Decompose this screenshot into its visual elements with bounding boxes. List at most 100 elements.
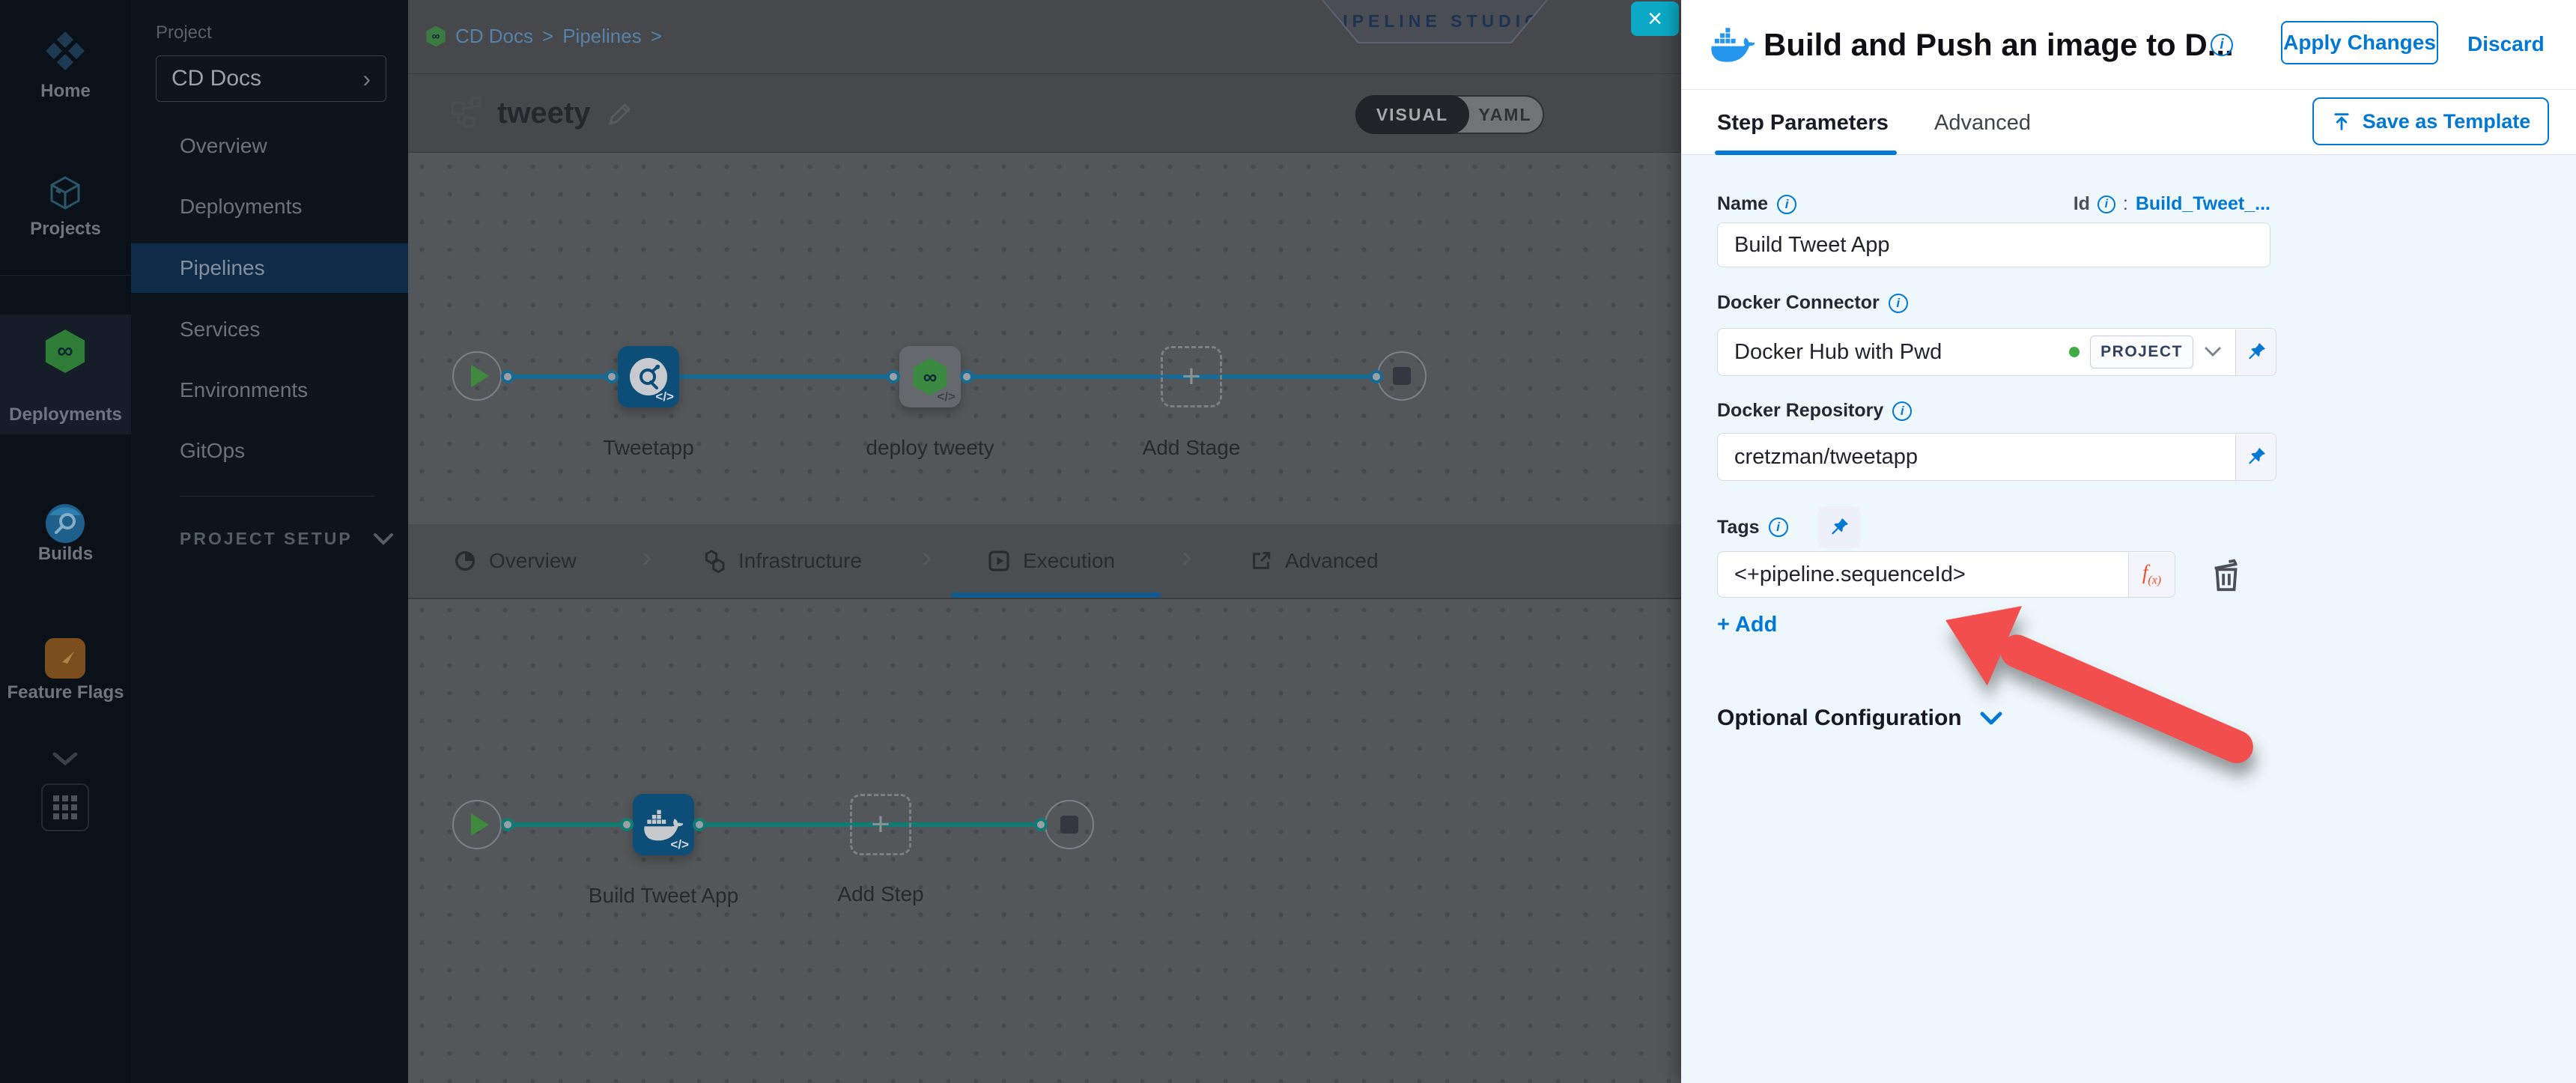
docker-whale-icon	[644, 808, 683, 841]
step-id-value[interactable]: Build_Tweet_...	[2136, 193, 2270, 215]
modules-chevron-down-icon[interactable]	[52, 752, 78, 767]
pin-icon	[2245, 341, 2267, 363]
edit-pencil-icon[interactable]	[604, 98, 636, 130]
active-tab-underline	[1715, 151, 1897, 155]
tab-step-advanced[interactable]: Advanced	[1934, 111, 2031, 136]
discard-button[interactable]: Discard	[2467, 32, 2545, 56]
chevron-down-icon	[374, 533, 393, 545]
sidebar-item-overview[interactable]: Overview	[131, 121, 408, 171]
graph-port	[1034, 818, 1048, 831]
play-icon	[471, 813, 489, 836]
breadcrumb-project-link[interactable]: CD Docs	[455, 25, 533, 48]
project-selector-value: CD Docs	[171, 66, 261, 91]
tab-execution[interactable]: Execution	[987, 524, 1115, 598]
graph-port	[501, 818, 514, 831]
project-setup-label: PROJECT SETUP	[180, 529, 353, 549]
active-tab-underline	[951, 592, 1161, 598]
stage-label-deploy-tweety: deploy tweety	[840, 436, 1020, 460]
feature-flags-icon[interactable]	[45, 638, 85, 679]
tab-advanced[interactable]: Advanced	[1249, 524, 1379, 598]
optional-configuration-toggle[interactable]: Optional Configuration	[1717, 706, 2002, 731]
step-panel-title: Build and Push an image to D...	[1764, 27, 2234, 63]
expression-fx-button[interactable]: f(x)	[2128, 553, 2175, 597]
plus-icon: +	[1182, 358, 1201, 395]
pipeline-studio-badge: PIPELINE STUDIO	[1322, 0, 1548, 43]
docker-repository-field[interactable]: cretzman/tweetapp	[1717, 433, 2276, 481]
code-icon: </>	[670, 837, 689, 852]
step-node-build-tweet-app[interactable]: </>	[633, 794, 694, 855]
close-panel-button[interactable]: ×	[1631, 1, 1679, 36]
home-icon[interactable]	[44, 30, 86, 72]
tab-separator: ›	[1182, 541, 1191, 574]
builds-ci-icon[interactable]	[45, 503, 85, 544]
visual-yaml-toggle[interactable]: VISUAL YAML	[1355, 95, 1544, 134]
graph-port	[620, 818, 634, 831]
sidebar-divider	[0, 275, 131, 276]
info-icon[interactable]: i	[1769, 518, 1788, 537]
infinity-glyph: ∞	[57, 339, 73, 364]
id-colon: :	[2123, 193, 2128, 215]
play-icon	[471, 365, 489, 387]
apply-changes-button[interactable]: Apply Changes	[2281, 21, 2438, 64]
add-step-button[interactable]: +	[850, 794, 911, 855]
chevron-right-icon: ›	[362, 65, 371, 93]
step-panel-header: Build and Push an image to D... i Apply …	[1681, 0, 2576, 90]
projects-cube-icon[interactable]	[46, 174, 85, 213]
save-as-template-button[interactable]: Save as Template	[2312, 97, 2549, 145]
module-grid-icon[interactable]	[41, 783, 89, 831]
delete-tag-button[interactable]	[2205, 554, 2247, 596]
toggle-yaml[interactable]: YAML	[1468, 97, 1543, 133]
breadcrumb-sep: >	[651, 25, 662, 48]
module-item-builds[interactable]: Builds	[0, 544, 131, 565]
stage-label-tweetapp: Tweetapp	[574, 436, 723, 460]
sidebar-item-environments[interactable]: Environments	[131, 365, 408, 415]
cd-module-icon: ∞	[425, 26, 446, 47]
chevron-down-icon	[1980, 712, 2002, 726]
repository-pin-button[interactable]	[2235, 434, 2276, 480]
add-stage-button[interactable]: +	[1161, 346, 1222, 407]
module-item-projects[interactable]: Projects	[0, 219, 131, 240]
tab-overview[interactable]: Overview	[453, 524, 577, 598]
module-item-deployments[interactable]: Deployments	[0, 404, 131, 425]
infrastructure-icon	[702, 549, 726, 573]
module-item-home[interactable]: Home	[0, 81, 131, 102]
breadcrumb-sep: >	[542, 25, 553, 48]
stage-node-tweetapp[interactable]: </>	[618, 346, 679, 407]
pipeline-canvas[interactable]	[408, 153, 1681, 1083]
info-icon[interactable]: i	[2211, 34, 2233, 56]
chevron-down-icon[interactable]	[2204, 346, 2222, 358]
tab-infrastructure[interactable]: Infrastructure	[702, 524, 862, 598]
docker-repository-label: Docker Repository	[1717, 400, 1883, 422]
project-selector[interactable]: CD Docs ›	[156, 55, 386, 102]
info-icon[interactable]: i	[2097, 195, 2115, 213]
sidebar-item-services[interactable]: Services	[131, 305, 408, 354]
add-tag-link[interactable]: + Add	[1717, 613, 1777, 637]
sidebar-item-gitops[interactable]: GitOps	[131, 426, 408, 476]
pipeline-name: tweety	[497, 97, 591, 130]
docker-connector-select[interactable]: Docker Hub with Pwd PROJECT	[1717, 328, 2276, 376]
execution-icon	[987, 549, 1011, 573]
toggle-visual[interactable]: VISUAL	[1355, 95, 1469, 134]
project-setup-toggle[interactable]: PROJECT SETUP	[180, 529, 393, 549]
tab-separator: ›	[922, 541, 932, 574]
add-stage-label: Add Stage	[1117, 436, 1266, 460]
tags-pin-button[interactable]	[1818, 506, 1860, 548]
sidebar-item-deployments[interactable]: Deployments	[131, 182, 408, 231]
breadcrumb-pipelines-link[interactable]: Pipelines	[562, 25, 642, 48]
execution-graph-edge	[502, 822, 1045, 827]
tab-step-parameters[interactable]: Step Parameters	[1717, 111, 1889, 136]
graph-port	[693, 818, 706, 831]
info-icon[interactable]: i	[1892, 401, 1912, 421]
module-item-feature-flags[interactable]: Feature Flags	[0, 682, 131, 703]
name-input[interactable]	[1717, 222, 2270, 267]
fx-icon: f(x)	[2142, 561, 2161, 587]
connector-pin-button[interactable]	[2235, 330, 2276, 375]
tag-value-field[interactable]: <+pipeline.sequenceId> f(x)	[1717, 551, 2175, 598]
plus-icon: +	[871, 806, 890, 843]
info-icon[interactable]: i	[1889, 294, 1908, 313]
stage-node-deploy-tweety[interactable]: ∞ </>	[899, 346, 961, 407]
info-icon[interactable]: i	[1777, 195, 1796, 214]
tab-separator: ›	[642, 541, 651, 574]
sidebar-item-pipelines[interactable]: Pipelines	[131, 243, 408, 293]
docker-whale-icon	[1711, 25, 1755, 63]
